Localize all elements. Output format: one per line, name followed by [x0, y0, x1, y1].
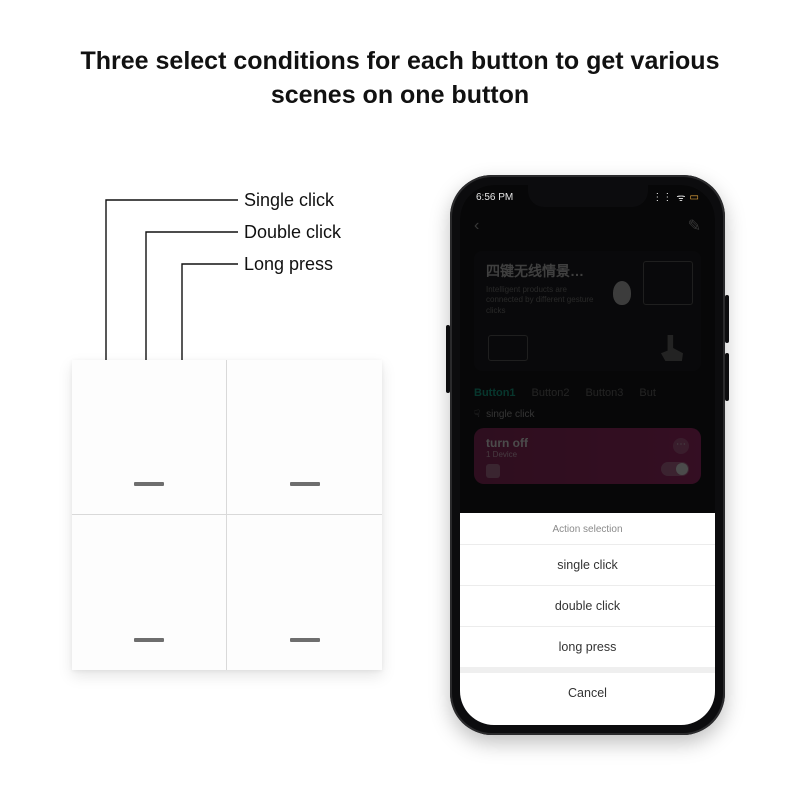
indicator-led [134, 638, 164, 642]
indicator-led [290, 638, 320, 642]
action-sheet-title: Action selection [460, 513, 715, 544]
action-option-long-press[interactable]: long press [460, 626, 715, 667]
indicator-led [134, 482, 164, 486]
action-sheet-cancel[interactable]: Cancel [460, 673, 715, 725]
switch-panel [72, 360, 382, 670]
phone-frame: 6:56 PM ⋮⋮ ᯤ ▭ ‹ ✎ 四键无线情景… Intelligent p… [450, 175, 725, 735]
indicator-led [290, 482, 320, 486]
switch-button-2[interactable] [227, 360, 382, 515]
callout-label-long: Long press [244, 254, 333, 275]
phone-screen: 6:56 PM ⋮⋮ ᯤ ▭ ‹ ✎ 四键无线情景… Intelligent p… [460, 185, 715, 725]
volume-down-button [725, 353, 729, 401]
action-option-double-click[interactable]: double click [460, 585, 715, 626]
action-sheet: Action selection single click double cli… [460, 513, 715, 725]
wifi-icon: ᯤ [676, 190, 685, 204]
action-option-single-click[interactable]: single click [460, 544, 715, 585]
callout-label-single: Single click [244, 190, 334, 211]
phone-notch [528, 185, 648, 207]
battery-icon: ▭ [690, 192, 699, 203]
switch-button-3[interactable] [72, 515, 227, 670]
volume-up-button [725, 295, 729, 343]
power-button [446, 325, 450, 393]
callout-label-double: Double click [244, 222, 341, 243]
status-time: 6:56 PM [476, 192, 513, 203]
switch-button-1[interactable] [72, 360, 227, 515]
switch-button-4[interactable] [227, 515, 382, 670]
signal-icon: ⋮⋮ [652, 192, 672, 203]
